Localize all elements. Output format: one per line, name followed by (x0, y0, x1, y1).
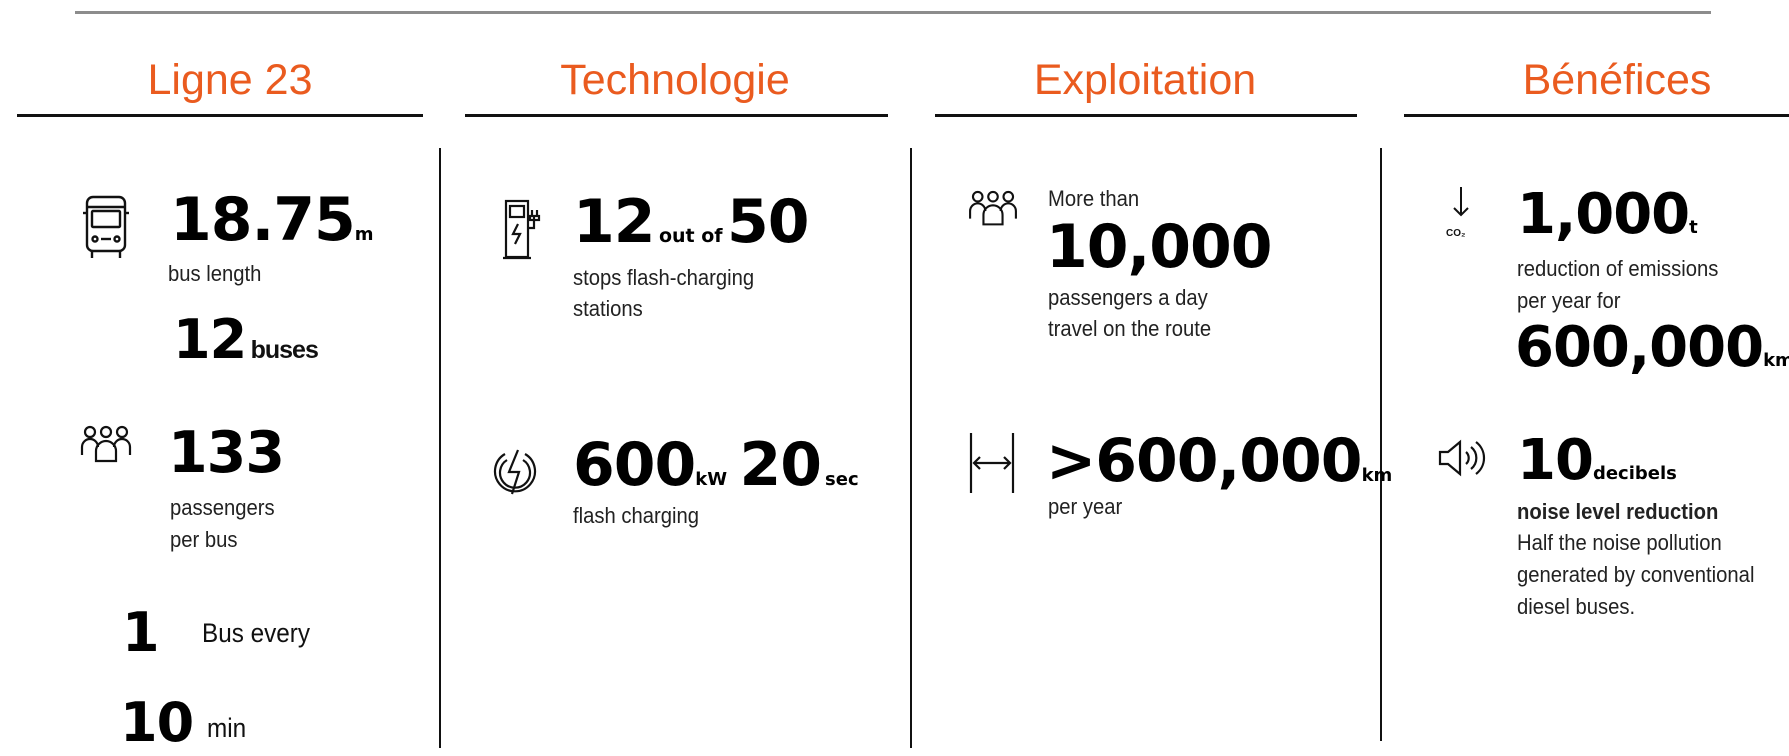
column-separator (910, 148, 912, 748)
co2-stat: 1,000t (1517, 182, 1698, 247)
charge-time-value: 20 (739, 430, 822, 500)
column-rule-ligne (17, 114, 423, 117)
frequency-value: 1 (122, 601, 160, 664)
flash-charge-icon (493, 446, 537, 502)
speaker-sound-icon (1436, 438, 1488, 478)
bus-length-value: 18.75 (170, 185, 356, 255)
passengers-label-line1: passengers (170, 495, 275, 520)
co2-km-unit: km (1763, 350, 1789, 371)
top-divider (75, 11, 1711, 14)
yearly-km-label: per year (1048, 494, 1123, 519)
co2-km-stat: 600,000km (1515, 315, 1789, 380)
yearly-km-value: >600,000 (1046, 426, 1363, 496)
interval-value: 10 (120, 691, 194, 754)
yearly-km-unit: km (1361, 465, 1393, 486)
bus-length-unit: m (354, 224, 374, 245)
stops-mid: out of (658, 225, 723, 247)
column-rule-technologie (465, 114, 888, 117)
noise-text-line1: Half the noise pollution (1517, 530, 1722, 555)
stops-label-line2: stations (573, 296, 643, 321)
column-rule-benefices (1404, 114, 1789, 117)
power-value: 600 (573, 430, 696, 500)
co2-reduction-icon (1446, 185, 1476, 227)
noise-text-line3: diesel buses. (1517, 594, 1636, 619)
passengers-label-line2: per bus (170, 527, 238, 552)
noise-value: 10 (1517, 428, 1594, 493)
noise-text-line2: generated by conventional (1517, 562, 1755, 587)
charging-station-icon (503, 198, 543, 262)
noise-stat: 10decibels (1517, 428, 1677, 493)
noise-unit: decibels (1592, 463, 1677, 484)
group-people-icon (968, 190, 1018, 232)
co2-label-line1: reduction of emissions (1517, 256, 1719, 281)
daily-passengers-label-line2: travel on the route (1048, 316, 1212, 341)
column-title-benefices: Bénéfices (1522, 56, 1712, 104)
co2-km-value: 600,000 (1515, 315, 1764, 380)
column-separator (439, 148, 441, 748)
bus-count-stat: 12 buses (173, 308, 319, 371)
power-label: flash charging (573, 503, 700, 528)
stops-stat: 12 out of 50 (573, 187, 810, 257)
stops-total: 50 (727, 187, 809, 257)
co2-unit: t (1689, 217, 1698, 238)
charge-time-unit: sec (825, 469, 859, 490)
bus-length-label: bus length (168, 261, 262, 286)
bus-icon (82, 193, 130, 261)
bus-length-stat: 18.75m (170, 185, 374, 255)
power-unit: kW (695, 469, 728, 490)
stops-label-line1: stops flash-charging (573, 265, 755, 290)
co2-label-line2: per year for (1517, 288, 1621, 313)
interval-label: min (207, 713, 247, 743)
bus-count-label: buses (250, 336, 319, 364)
column-title-ligne: Ligne 23 (147, 56, 313, 104)
passengers-value: 133 (168, 420, 285, 486)
distance-icon (968, 431, 1016, 495)
bus-count-value: 12 (173, 308, 247, 371)
column-title-exploitation: Exploitation (1033, 56, 1257, 104)
column-rule-exploitation (935, 114, 1357, 117)
daily-passengers-prefix: More than (1048, 186, 1140, 211)
daily-passengers-value: 10,000 (1046, 212, 1273, 282)
stops-value: 12 (573, 187, 655, 257)
group-people-icon (80, 425, 132, 469)
frequency-label: Bus every (202, 618, 311, 648)
yearly-km-stat: >600,000km (1046, 426, 1392, 496)
power-stat: 600kW 20 sec (573, 430, 859, 500)
co2-icon-label: CO₂ (1446, 228, 1466, 239)
noise-title: noise level reduction (1517, 499, 1719, 524)
co2-value: 1,000 (1517, 182, 1690, 247)
column-title-technologie: Technologie (560, 56, 790, 104)
daily-passengers-label-line1: passengers a day (1048, 285, 1208, 310)
